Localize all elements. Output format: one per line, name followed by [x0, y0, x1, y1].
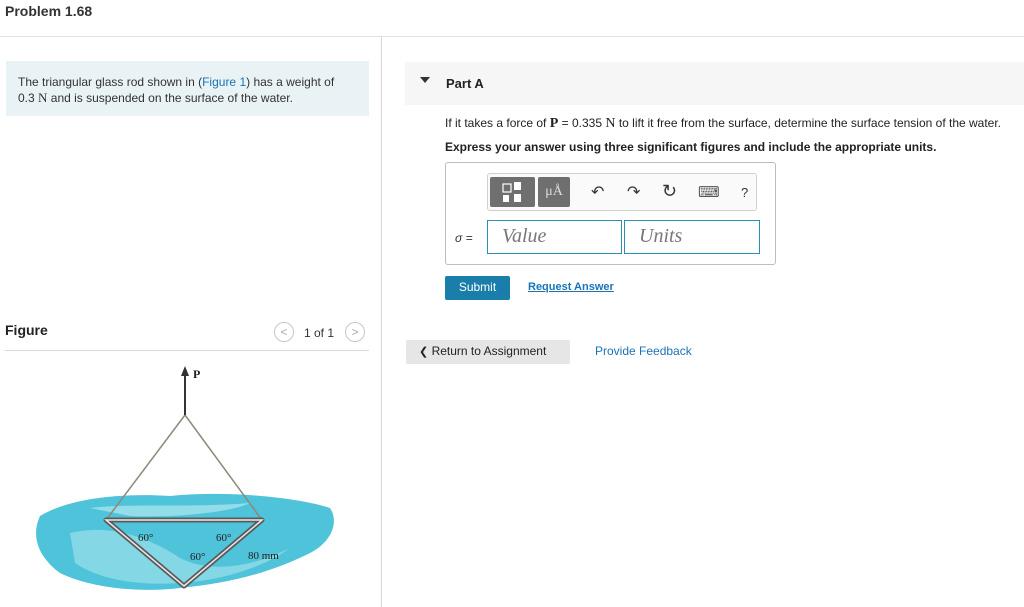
angle-label-left: 60° [138, 532, 153, 544]
force-arrow-head [181, 366, 189, 376]
units-button[interactable]: μÅ [538, 177, 570, 207]
figure-link[interactable]: Figure 1 [202, 75, 246, 89]
previous-figure-button[interactable]: < [274, 322, 294, 342]
figure-divider [5, 350, 369, 351]
help-icon[interactable]: ? [741, 185, 748, 200]
problem-statement: The triangular glass rod shown in (Figur… [18, 75, 358, 106]
part-a-title: Part A [446, 76, 484, 91]
angle-label-bottom: 60° [190, 551, 205, 563]
angle-label-right: 60° [216, 532, 231, 544]
column-divider [381, 37, 382, 607]
collapse-caret-icon[interactable] [420, 77, 430, 83]
statement-text-3: and is suspended on the surface of the w… [50, 91, 293, 105]
force-unit: N [605, 116, 616, 131]
force-symbol: P [549, 116, 559, 131]
answer-instructions: Express your answer using three signific… [445, 140, 937, 154]
keyboard-icon[interactable]: ⌨ [698, 183, 720, 201]
templates-icon [502, 182, 521, 202]
figure-illustration: P 60° 60° 60° 80 mm [36, 366, 334, 590]
return-to-assignment-button[interactable]: ❮ Return to Assignment [406, 340, 570, 364]
sigma-label: σ = [455, 231, 473, 245]
units-input[interactable]: Units [624, 220, 760, 254]
value-input[interactable]: Value [487, 220, 622, 254]
templates-button[interactable] [490, 177, 535, 207]
force-value: = 0.335 [561, 116, 603, 130]
weight-unit: N [38, 90, 48, 105]
statement-text-1: The triangular glass rod shown in ( [18, 75, 203, 89]
length-label: 80 mm [248, 550, 279, 562]
statement-text-2: ) has a weight of [246, 75, 335, 89]
question-suffix: to lift it free from the surface, determ… [618, 116, 1002, 130]
header-divider [0, 36, 1024, 37]
chevron-left-icon: ❮ [419, 346, 429, 358]
submit-button[interactable]: Submit [445, 276, 510, 300]
provide-feedback-link[interactable]: Provide Feedback [595, 344, 692, 358]
part-a-header[interactable] [405, 62, 1024, 105]
weight-value: 0.3 [18, 91, 35, 105]
page-title: Problem 1.68 [5, 3, 93, 19]
undo-icon[interactable]: ↶ [591, 182, 604, 202]
figure-pager: 1 of 1 [304, 326, 335, 340]
request-answer-link[interactable]: Request Answer [528, 281, 614, 293]
reset-icon[interactable]: ↻ [662, 181, 677, 202]
return-label: Return to Assignment [431, 344, 547, 358]
next-figure-button[interactable]: > [345, 322, 365, 342]
figure-heading: Figure [5, 322, 48, 338]
question-prefix: If it takes a force of [445, 116, 547, 130]
question-text: If it takes a force of P = 0.335 N to li… [445, 116, 1001, 132]
force-label: P [193, 367, 200, 381]
redo-icon[interactable]: ↷ [627, 182, 640, 202]
